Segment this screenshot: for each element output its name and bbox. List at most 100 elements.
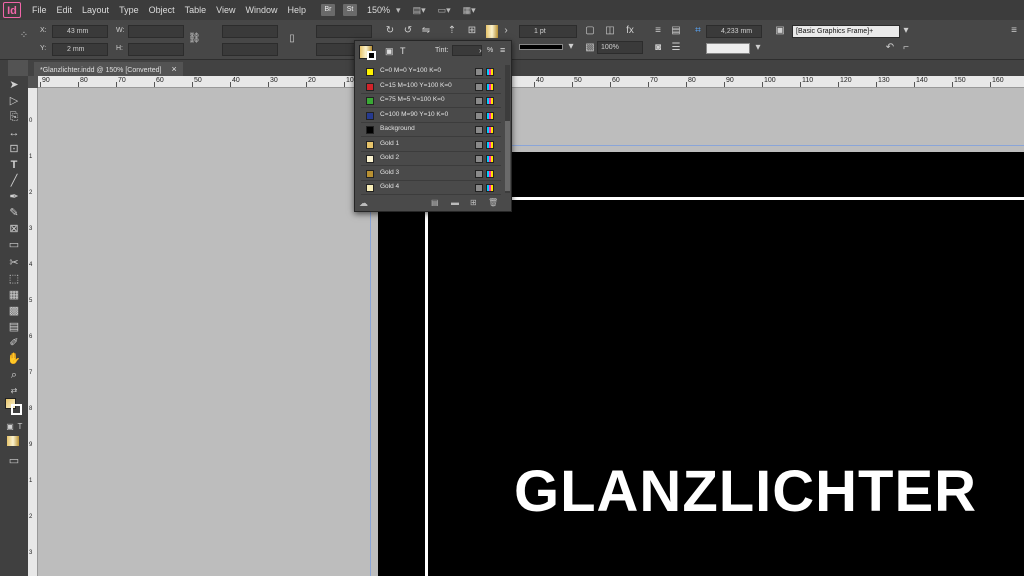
effects-icon[interactable]: ◫ xyxy=(604,25,616,37)
menu-type[interactable]: Type xyxy=(114,0,144,20)
swatch-row[interactable]: Gold 4 xyxy=(361,181,501,195)
gap-tool-icon[interactable]: ↔ xyxy=(6,126,22,140)
clear-overrides-icon[interactable]: ↶ xyxy=(884,42,896,54)
default-colors-icon[interactable]: ⇄ xyxy=(6,384,22,398)
corner-options-icon[interactable]: ⌗ xyxy=(692,25,704,37)
menu-help[interactable]: Help xyxy=(282,0,311,20)
stroke-proxy-icon[interactable] xyxy=(367,51,376,60)
corner-shape-preview[interactable] xyxy=(706,43,750,54)
h-field[interactable] xyxy=(128,43,184,56)
container-format-icon[interactable]: ▣ xyxy=(385,46,394,57)
constrain-proportions-icon[interactable]: ⛓ xyxy=(188,33,201,45)
new-swatch-icon[interactable]: ⊞ xyxy=(470,198,477,207)
type-tool-icon[interactable]: T xyxy=(6,158,22,172)
arrange-documents-icon[interactable]: ▦▾ xyxy=(463,5,476,16)
tint-dropdown-icon[interactable]: › xyxy=(479,46,482,55)
stroke-type-preview[interactable] xyxy=(519,44,563,50)
flip-horizontal-icon[interactable]: ⇋ xyxy=(420,25,432,37)
dimension-field[interactable]: 4,233 mm xyxy=(706,25,762,38)
document-tab[interactable]: *Glanzlichter.indd @ 150% [Converted] × xyxy=(34,62,183,76)
swatch-row[interactable]: Background xyxy=(361,123,501,137)
page-tool-icon[interactable]: ⎘ xyxy=(6,110,22,124)
selection-tool-icon[interactable]: ➤ xyxy=(6,78,22,92)
reference-point-icon[interactable]: ⁘ xyxy=(18,30,30,42)
close-tab-icon[interactable]: × xyxy=(171,64,176,74)
text-wrap-box-icon[interactable]: ▤ xyxy=(670,25,682,37)
swatch-row[interactable]: Gold 3 xyxy=(361,167,501,181)
direct-selection-tool-icon[interactable]: ▷ xyxy=(6,94,22,108)
bridge-button[interactable]: Br xyxy=(321,4,335,16)
text-wrap-jump-icon[interactable]: ☰ xyxy=(670,42,682,54)
swatch-row[interactable]: C=0 M=0 Y=100 K=0 xyxy=(361,65,501,79)
swatch-scrollbar[interactable] xyxy=(505,65,510,193)
swatches-menu-icon[interactable]: ≡ xyxy=(500,45,505,55)
apply-gradient-icon[interactable] xyxy=(7,436,19,446)
line-tool-icon[interactable]: ╱ xyxy=(6,174,22,188)
view-options-icon[interactable]: ▤▾ xyxy=(413,5,426,16)
opacity-field[interactable]: 100% xyxy=(597,41,643,54)
panel-menu-icon[interactable]: ≡ xyxy=(1008,25,1020,37)
free-transform-tool-icon[interactable]: ⬚ xyxy=(6,272,22,286)
zoom-tool-icon[interactable]: ⌕ xyxy=(6,368,22,382)
delete-swatch-icon[interactable]: 🗑 xyxy=(488,198,498,207)
swatch-row[interactable]: C=15 M=100 Y=100 K=0 xyxy=(361,80,501,94)
fill-swatch-button[interactable] xyxy=(486,25,498,38)
note-tool-icon[interactable]: ▤ xyxy=(6,320,22,334)
tint-field[interactable] xyxy=(452,45,482,56)
menu-object[interactable]: Object xyxy=(144,0,180,20)
fx-icon[interactable]: fx xyxy=(624,25,636,37)
menu-view[interactable]: View xyxy=(211,0,240,20)
x-field[interactable]: 43 mm xyxy=(52,25,108,38)
select-container-icon[interactable]: ⇡ xyxy=(446,25,458,37)
fill-dropdown-icon[interactable]: › xyxy=(500,25,512,37)
pencil-tool-icon[interactable]: ✎ xyxy=(6,206,22,220)
swatch-row[interactable]: Gold 1 xyxy=(361,138,501,152)
swatch-row[interactable]: C=100 M=90 Y=10 K=0 xyxy=(361,109,501,123)
drop-shadow-icon[interactable]: ▢ xyxy=(584,25,596,37)
rotate-ccw-icon[interactable]: ↺ xyxy=(402,25,414,37)
select-content-icon[interactable]: ⊞ xyxy=(466,25,478,37)
opacity-icon[interactable]: ▧ xyxy=(584,42,596,54)
rotation-field[interactable] xyxy=(316,25,372,38)
zoom-level[interactable]: 150% xyxy=(367,5,390,15)
swatch-row[interactable]: Gold 2 xyxy=(361,152,501,166)
object-style-select[interactable]: [Basic Graphics Frame]+ xyxy=(792,25,900,38)
screen-mode-icon[interactable]: ▭▾ xyxy=(438,5,451,16)
menu-file[interactable]: File xyxy=(27,0,52,20)
text-wrap-none-icon[interactable]: ≡ xyxy=(652,25,664,37)
menu-edit[interactable]: Edit xyxy=(52,0,78,20)
constrain-scale-icon[interactable]: ▯ xyxy=(286,33,298,45)
text-format-icon[interactable]: T xyxy=(400,46,406,56)
scissors-tool-icon[interactable]: ✂ xyxy=(6,256,22,270)
hand-tool-icon[interactable]: ✋ xyxy=(6,352,22,366)
menu-table[interactable]: Table xyxy=(180,0,212,20)
rectangle-tool-icon[interactable]: ▭ xyxy=(6,238,22,252)
text-wrap-shape-icon[interactable]: ◙ xyxy=(652,42,664,54)
stock-button[interactable]: St xyxy=(343,4,357,16)
stroke-weight-field[interactable]: 1 pt xyxy=(519,25,577,38)
menu-layout[interactable]: Layout xyxy=(77,0,114,20)
object-style-icon[interactable]: ▣ xyxy=(774,25,786,37)
scrollbar-thumb[interactable] xyxy=(505,121,510,191)
eyedropper-tool-icon[interactable]: ✐ xyxy=(6,336,22,350)
y-field[interactable]: 2 mm xyxy=(52,43,108,56)
swatch-row[interactable]: C=75 M=5 Y=100 K=0 xyxy=(361,94,501,108)
scale-x-field[interactable] xyxy=(222,25,278,38)
gradient-swatch-tool-icon[interactable]: ▦ xyxy=(6,288,22,302)
stroke-color-icon[interactable] xyxy=(11,404,22,415)
content-collector-icon[interactable]: ⊡ xyxy=(6,142,22,156)
quick-apply-icon[interactable]: ⌐ xyxy=(900,42,912,54)
w-field[interactable] xyxy=(128,25,184,38)
rectangle-frame-tool-icon[interactable]: ⊠ xyxy=(6,222,22,236)
formatting-text-icon[interactable]: T xyxy=(12,420,28,434)
menu-window[interactable]: Window xyxy=(240,0,282,20)
gradient-feather-tool-icon[interactable]: ▩ xyxy=(6,304,22,318)
scale-y-field[interactable] xyxy=(222,43,278,56)
rotate-cw-icon[interactable]: ↻ xyxy=(384,25,396,37)
pen-tool-icon[interactable]: ✒ xyxy=(6,190,22,204)
headline-text[interactable]: GLANZLICHTER xyxy=(514,458,977,525)
zoom-dropdown-icon[interactable]: ▾ xyxy=(396,5,401,16)
screen-mode-tool-icon[interactable]: ▭ xyxy=(6,454,22,468)
corner-shape-dropdown-icon[interactable]: ▾ xyxy=(752,42,764,54)
cloud-library-icon[interactable]: ☁ xyxy=(359,198,368,209)
